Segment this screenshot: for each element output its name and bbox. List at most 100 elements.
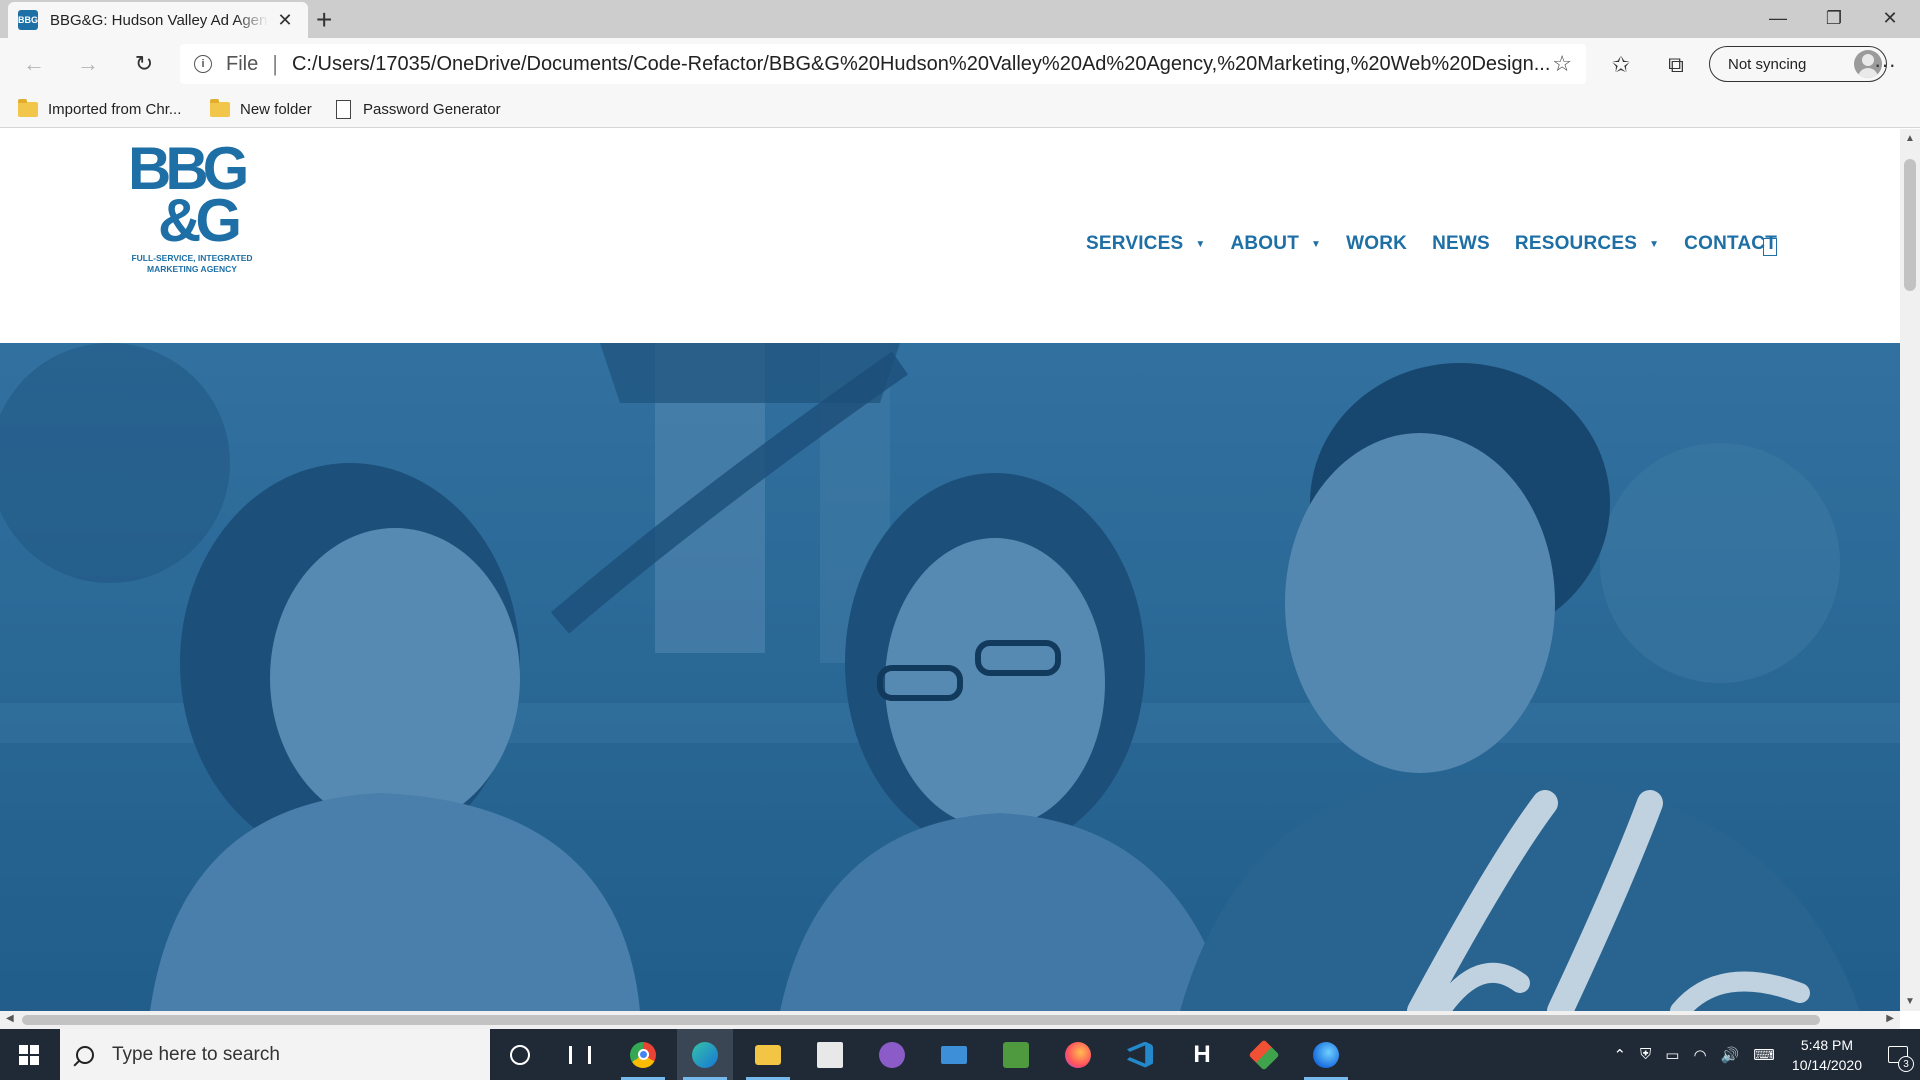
- task-view-button[interactable]: [552, 1029, 608, 1080]
- task-view-icon: [569, 1045, 591, 1064]
- taskbar-app-excel[interactable]: [988, 1029, 1044, 1080]
- favorites-icon[interactable]: ✩: [1604, 48, 1638, 82]
- cortana-button[interactable]: [492, 1029, 548, 1080]
- minimize-button[interactable]: —: [1750, 0, 1806, 36]
- nav-about-label: ABOUT: [1230, 233, 1300, 254]
- taskbar-app-chrome[interactable]: [615, 1029, 671, 1080]
- taskbar-app-git[interactable]: [1236, 1029, 1292, 1080]
- windows-logo-icon: [19, 1044, 39, 1065]
- scrollbar-thumb[interactable]: [1904, 159, 1916, 291]
- hero-photo-illustration: [0, 343, 1900, 1011]
- scroll-up-icon[interactable]: ▲: [1905, 133, 1915, 144]
- horizontal-scrollbar[interactable]: ◀ ▶: [0, 1011, 1900, 1029]
- action-center-button[interactable]: 3: [1876, 1029, 1920, 1080]
- taskbar-app-vscode[interactable]: [1112, 1029, 1168, 1080]
- volume-icon[interactable]: 🔊: [1721, 1046, 1740, 1064]
- bookmark-imported-from-chrome[interactable]: Imported from Chr...: [18, 96, 181, 122]
- back-button[interactable]: ←: [18, 48, 50, 80]
- chrome-icon: [630, 1041, 656, 1068]
- vertical-scrollbar[interactable]: ▲ ▼: [1900, 129, 1920, 1011]
- start-button[interactable]: [0, 1029, 58, 1080]
- bookmarks-bar: Imported from Chr... New folder Password…: [0, 90, 1920, 128]
- bookmark-password-generator[interactable]: Password Generator: [336, 96, 501, 122]
- nav-work[interactable]: WORK: [1346, 233, 1407, 255]
- bookmark-label: Imported from Chr...: [48, 100, 182, 118]
- add-favorite-icon[interactable]: ☆: [1552, 51, 1572, 77]
- store-icon: [817, 1041, 843, 1068]
- nav-news[interactable]: NEWS: [1432, 233, 1490, 255]
- nav-resources-label: RESOURCES: [1514, 233, 1638, 254]
- keyboard-icon[interactable]: ⌨: [1753, 1046, 1775, 1064]
- scrollbar-thumb[interactable]: [22, 1015, 1820, 1025]
- github-icon: [879, 1041, 905, 1068]
- taskbar-clock[interactable]: 5:48 PM 10/14/2020: [1792, 1035, 1862, 1075]
- taskbar-search-box[interactable]: Type here to search: [60, 1029, 490, 1080]
- collections-icon[interactable]: ⧉: [1659, 48, 1693, 82]
- firefox-developer-icon: [1313, 1041, 1339, 1068]
- firefox-icon: [1065, 1041, 1091, 1068]
- more-menu-icon[interactable]: ···: [1868, 48, 1902, 82]
- file-explorer-icon: [755, 1044, 781, 1065]
- scroll-left-icon[interactable]: ◀: [6, 1013, 14, 1024]
- nav-news-label: NEWS: [1432, 233, 1490, 254]
- git-icon: [1248, 1038, 1280, 1071]
- taskbar-app-firefox[interactable]: [1050, 1029, 1106, 1080]
- hyper-icon: H: [1193, 1040, 1211, 1068]
- folder-icon: [210, 98, 230, 117]
- tab-close-icon[interactable]: ✕: [276, 10, 294, 31]
- clock-date: 10/14/2020: [1791, 1056, 1862, 1073]
- logo-tagline-line1: FULL-SERVICE, INTEGRATED: [131, 253, 253, 263]
- cortana-icon: [510, 1044, 530, 1065]
- restore-button[interactable]: ❐: [1806, 0, 1862, 36]
- profile-button[interactable]: Not syncing: [1709, 46, 1887, 82]
- taskbar-app-edge[interactable]: [677, 1029, 733, 1080]
- new-tab-button[interactable]: +: [316, 4, 332, 36]
- taskbar-search-placeholder: Type here to search: [112, 1043, 280, 1065]
- nav-services[interactable]: SERVICES ▼: [1086, 233, 1205, 255]
- bookmark-label: New folder: [240, 100, 312, 118]
- bookmark-new-folder[interactable]: New folder: [210, 96, 312, 122]
- profile-sync-label: Not syncing: [1728, 55, 1807, 73]
- scroll-right-icon[interactable]: ▶: [1886, 1013, 1894, 1024]
- browser-tab[interactable]: BBG BBG&G: Hudson Valley Ad Agency, Mark…: [8, 2, 308, 38]
- nav-services-label: SERVICES: [1086, 233, 1184, 254]
- address-bar[interactable]: i File | C:/Users/17035/OneDrive/Documen…: [180, 44, 1586, 84]
- search-toggle-icon[interactable]: [1763, 238, 1777, 256]
- browser-toolbar: ← → ↻ i File | C:/Users/17035/OneDrive/D…: [0, 38, 1920, 90]
- address-separator: |: [272, 51, 278, 76]
- nav-about[interactable]: ABOUT ▼: [1230, 233, 1321, 255]
- address-url[interactable]: C:/Users/17035/OneDrive/Documents/Code-R…: [292, 53, 1552, 76]
- wifi-icon[interactable]: ◠: [1693, 1046, 1706, 1064]
- scroll-down-icon[interactable]: ▼: [1905, 996, 1915, 1007]
- vscode-icon: [1127, 1041, 1153, 1068]
- edge-icon: [692, 1041, 718, 1068]
- notification-count-badge: 3: [1898, 1056, 1914, 1072]
- battery-icon[interactable]: ▭: [1665, 1046, 1679, 1064]
- show-hidden-icons-chevron-icon[interactable]: ⌃: [1613, 1046, 1626, 1064]
- taskbar-app-hyper[interactable]: H: [1174, 1029, 1230, 1080]
- tab-strip: BBG BBG&G: Hudson Valley Ad Agency, Mark…: [0, 0, 1920, 38]
- page-viewport: BBG &G FULL-SERVICE, INTEGRATED MARKETIN…: [0, 129, 1900, 1011]
- refresh-button[interactable]: ↻: [128, 48, 160, 80]
- caret-down-icon: ▼: [1195, 238, 1206, 250]
- taskbar-app-firefox-developer[interactable]: [1298, 1029, 1354, 1080]
- close-window-button[interactable]: ✕: [1862, 0, 1918, 36]
- hero-image: [0, 343, 1900, 1011]
- taskbar-app-file-explorer[interactable]: [740, 1029, 796, 1080]
- nav-work-label: WORK: [1346, 233, 1408, 254]
- site-favicon-icon: BBG: [18, 10, 38, 30]
- system-tray: ⌃ ⛨ ▭ ◠ 🔊 ⌨ 5:48 PM 10/14/2020 3: [1606, 1029, 1920, 1080]
- forward-button[interactable]: →: [72, 48, 104, 80]
- defender-icon[interactable]: ⛨: [1640, 1046, 1651, 1063]
- taskbar-app-store[interactable]: [802, 1029, 858, 1080]
- nav-resources[interactable]: RESOURCES ▼: [1515, 233, 1659, 255]
- page-icon: [336, 99, 351, 119]
- site-logo[interactable]: BBG &G FULL-SERVICE, INTEGRATED MARKETIN…: [128, 139, 258, 283]
- spreadsheet-icon: [1003, 1041, 1029, 1068]
- site-info-icon[interactable]: i: [194, 55, 212, 73]
- taskbar-app-mail[interactable]: [926, 1029, 982, 1080]
- search-icon: [76, 1045, 94, 1064]
- caret-down-icon: ▼: [1649, 238, 1660, 250]
- taskbar-app-github-desktop[interactable]: [864, 1029, 920, 1080]
- bookmark-label: Password Generator: [363, 100, 501, 118]
